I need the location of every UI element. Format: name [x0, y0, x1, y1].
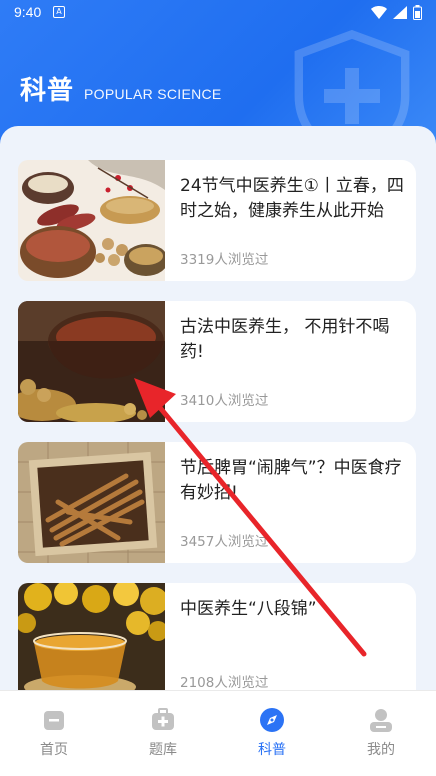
- article-card[interactable]: 节后脾胃“闹脾气”？中医食疗有妙招! 3457人浏览过: [18, 442, 416, 563]
- tab-label: 首页: [40, 742, 68, 758]
- tab-label: 科普: [258, 742, 286, 758]
- notification-badge-icon: A: [53, 6, 65, 18]
- article-thumbnail: [18, 583, 165, 690]
- article-title: 古法中医养生， 不用针不喝药!: [180, 317, 390, 362]
- article-title: 24节气中医养生①丨立春，四时之始，健康养生从此开始: [180, 176, 404, 221]
- article-card[interactable]: 中医养生“八段锦” 2108人浏览过: [18, 583, 416, 690]
- article-list[interactable]: 24节气中医养生①丨立春，四时之始，健康养生从此开始 3319人浏览过 古法中医…: [0, 126, 436, 690]
- page-title-row: 科普 POPULAR SCIENCE: [20, 70, 222, 107]
- article-views: 3319人浏览过: [180, 252, 269, 268]
- article-title: 节后脾胃“闹脾气”？中医食疗有妙招!: [180, 458, 402, 503]
- user-icon: [370, 709, 392, 732]
- status-bar: 9:40 A: [0, 0, 436, 26]
- article-thumbnail: [18, 160, 165, 281]
- article-card[interactable]: 古法中医养生， 不用针不喝药! 3410人浏览过: [18, 301, 416, 422]
- compass-icon: [260, 708, 284, 732]
- article-views: 3410人浏览过: [180, 393, 269, 409]
- article-views: 2108人浏览过: [180, 675, 269, 690]
- status-time: 9:40: [14, 4, 42, 20]
- tab-popular-science[interactable]: 科普: [232, 707, 312, 759]
- signal-icon: [393, 6, 407, 19]
- bottom-tab-bar: 首页 题库 科普 我的: [0, 690, 436, 776]
- page-title: 科普: [20, 76, 75, 106]
- article-title: 中医养生“八段锦”: [180, 599, 317, 619]
- tab-label: 我的: [367, 742, 395, 758]
- tab-question-bank[interactable]: 题库: [123, 707, 203, 759]
- tab-home[interactable]: 首页: [14, 707, 94, 759]
- status-icons: [371, 5, 422, 20]
- page-subtitle: POPULAR SCIENCE: [84, 86, 222, 102]
- medkit-icon: [152, 708, 174, 730]
- tab-mine[interactable]: 我的: [341, 707, 421, 759]
- article-thumbnail: [18, 442, 165, 563]
- battery-icon: [413, 5, 422, 20]
- article-views: 3457人浏览过: [180, 534, 269, 550]
- wifi-icon: [371, 6, 387, 19]
- article-card[interactable]: 24节气中医养生①丨立春，四时之始，健康养生从此开始 3319人浏览过: [18, 160, 416, 281]
- article-thumbnail: [18, 301, 165, 422]
- tab-label: 题库: [149, 742, 177, 758]
- home-icon: [44, 711, 64, 730]
